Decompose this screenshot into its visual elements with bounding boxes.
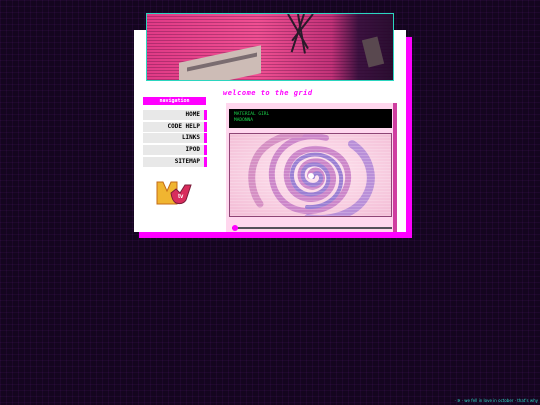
now-playing-display: MATERIAL GIRL MADONNA <box>229 109 392 128</box>
nav-links-link[interactable]: LINKS <box>143 133 207 143</box>
mtv-logo-icon[interactable]: tv <box>156 178 192 206</box>
navigation-heading: navigation <box>143 97 206 105</box>
playback-progress-track[interactable] <box>232 227 392 229</box>
page-title: welcome to the grid <box>223 89 313 97</box>
scanline-overlay <box>230 134 391 216</box>
track-title: MATERIAL GIRL <box>234 112 270 117</box>
footer-caption: · ✲ · we fell in love in october · that'… <box>454 398 538 403</box>
svg-text:tv: tv <box>178 194 184 200</box>
video-screen[interactable] <box>229 133 392 217</box>
nav-sitemap-link[interactable]: SITEMAP <box>143 157 207 167</box>
nav-code-help-link[interactable]: CODE HELP <box>143 122 207 132</box>
track-artist: MADONNA <box>234 118 253 123</box>
header-banner <box>146 13 394 81</box>
nav-home-link[interactable]: HOME <box>143 110 207 120</box>
nav-ipod-link[interactable]: IPOD <box>143 145 207 155</box>
banner-controller-shape <box>361 36 385 68</box>
